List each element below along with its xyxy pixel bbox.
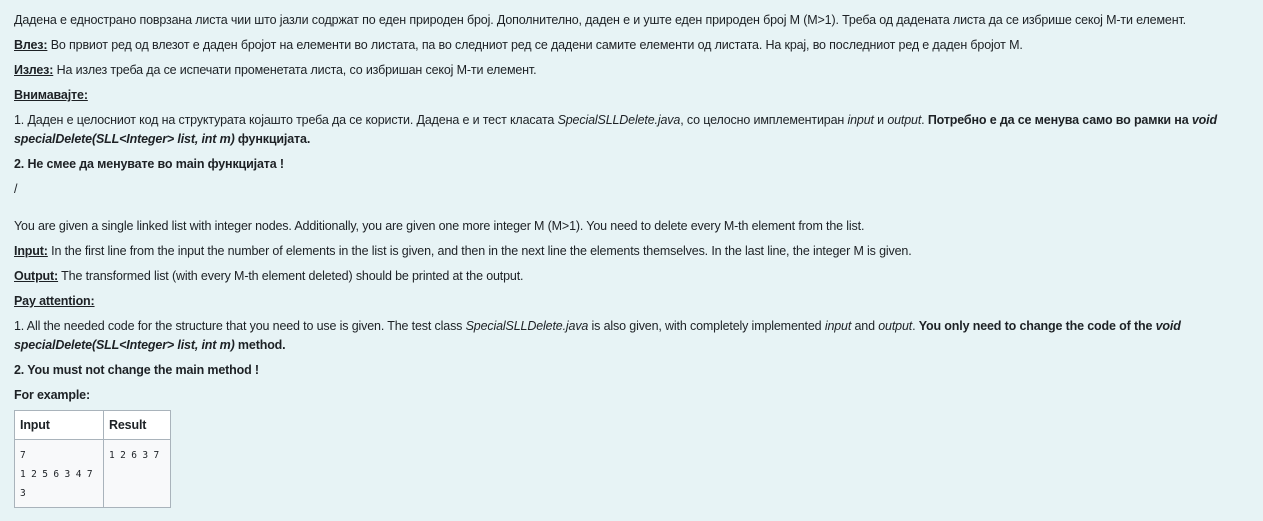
mk-note-1-bold: Потребно е да се менува само во рамки на [927, 113, 1192, 127]
example-label: For example: [14, 388, 91, 402]
example-result-cell: 1 2 6 3 7 [103, 439, 171, 508]
mk-input-text: Во првиот ред од влезот е даден бројот н… [47, 38, 1023, 52]
separator-slash: / [14, 182, 18, 196]
en-note-2: 2. You must not change the main method ! [14, 363, 259, 377]
mk-note-1-text-d: . [921, 113, 928, 127]
en-input-label: Input: [14, 244, 48, 258]
mk-note-2: 2. Не смее да менувате во main функцијат… [14, 157, 284, 171]
en-class-name: SpecialSLLDelete.java [465, 319, 589, 333]
en-note-1-bold: You only need to change the code of the [918, 319, 1156, 333]
en-attention-label: Pay attention: [14, 294, 95, 308]
mk-output-label: Излез: [14, 63, 54, 77]
mk-output-text: На излез треба да се испечати променетат… [53, 63, 537, 77]
mk-attention-heading: Внимавајте: [14, 83, 1249, 108]
en-input-spec: Input: In the first line from the input … [14, 239, 1249, 264]
en-output-word: output [878, 319, 913, 333]
en-input-text: In the first line from the input the num… [47, 244, 912, 258]
mk-note-1-text-a: 1. Даден е целосниот код на структурата … [14, 113, 558, 127]
example-header-row: Input Result [14, 410, 171, 440]
en-note-1-text-c: and [851, 319, 879, 333]
mk-note-1: 1. Даден е целосниот код на структурата … [14, 108, 1249, 152]
en-output-text: The transformed list (with every M-th el… [58, 269, 524, 283]
mk-input-word: input [847, 113, 874, 127]
en-note-1-end: method. [234, 338, 286, 352]
en-output-spec: Output: The transformed list (with every… [14, 264, 1249, 289]
example-header-input: Input [14, 410, 104, 440]
en-description: You are given a single linked list with … [14, 219, 865, 233]
en-note-1-text-a: 1. All the needed code for the structure… [14, 319, 466, 333]
mk-output-word: output [887, 113, 922, 127]
problem-statement: Дадена е еднострано поврзана листа чии ш… [0, 8, 1263, 508]
mk-description: Дадена е еднострано поврзана листа чии ш… [14, 13, 1186, 27]
en-output-label: Output: [14, 269, 59, 283]
en-attention-heading: Pay attention: [14, 289, 1249, 314]
example-header-result: Result [103, 410, 171, 440]
en-input-word: input [824, 319, 852, 333]
example-row: 7 1 2 5 6 3 4 7 3 1 2 6 3 7 [14, 439, 171, 508]
en-note-1: 1. All the needed code for the structure… [14, 314, 1249, 358]
mk-note-1-text-c: и [873, 113, 888, 127]
mk-output-spec: Излез: На излез треба да се испечати про… [14, 58, 1249, 83]
en-note-1-text-b: is also given, with completely implement… [588, 319, 825, 333]
mk-input-label: Влез: [14, 38, 48, 52]
mk-attention-label: Внимавајте: [14, 88, 88, 102]
mk-input-spec: Влез: Во првиот ред од влезот е даден бр… [14, 33, 1249, 58]
en-note-1-text-d: . [912, 319, 919, 333]
mk-class-name: SpecialSLLDelete.java [557, 113, 681, 127]
mk-note-1-text-b: , со целосно имплементиран [680, 113, 848, 127]
example-input-cell: 7 1 2 5 6 3 4 7 3 [14, 439, 104, 508]
mk-note-1-end: функцијата. [234, 132, 311, 146]
example-table: Input Result 7 1 2 5 6 3 4 7 3 1 2 6 3 7 [14, 410, 171, 508]
